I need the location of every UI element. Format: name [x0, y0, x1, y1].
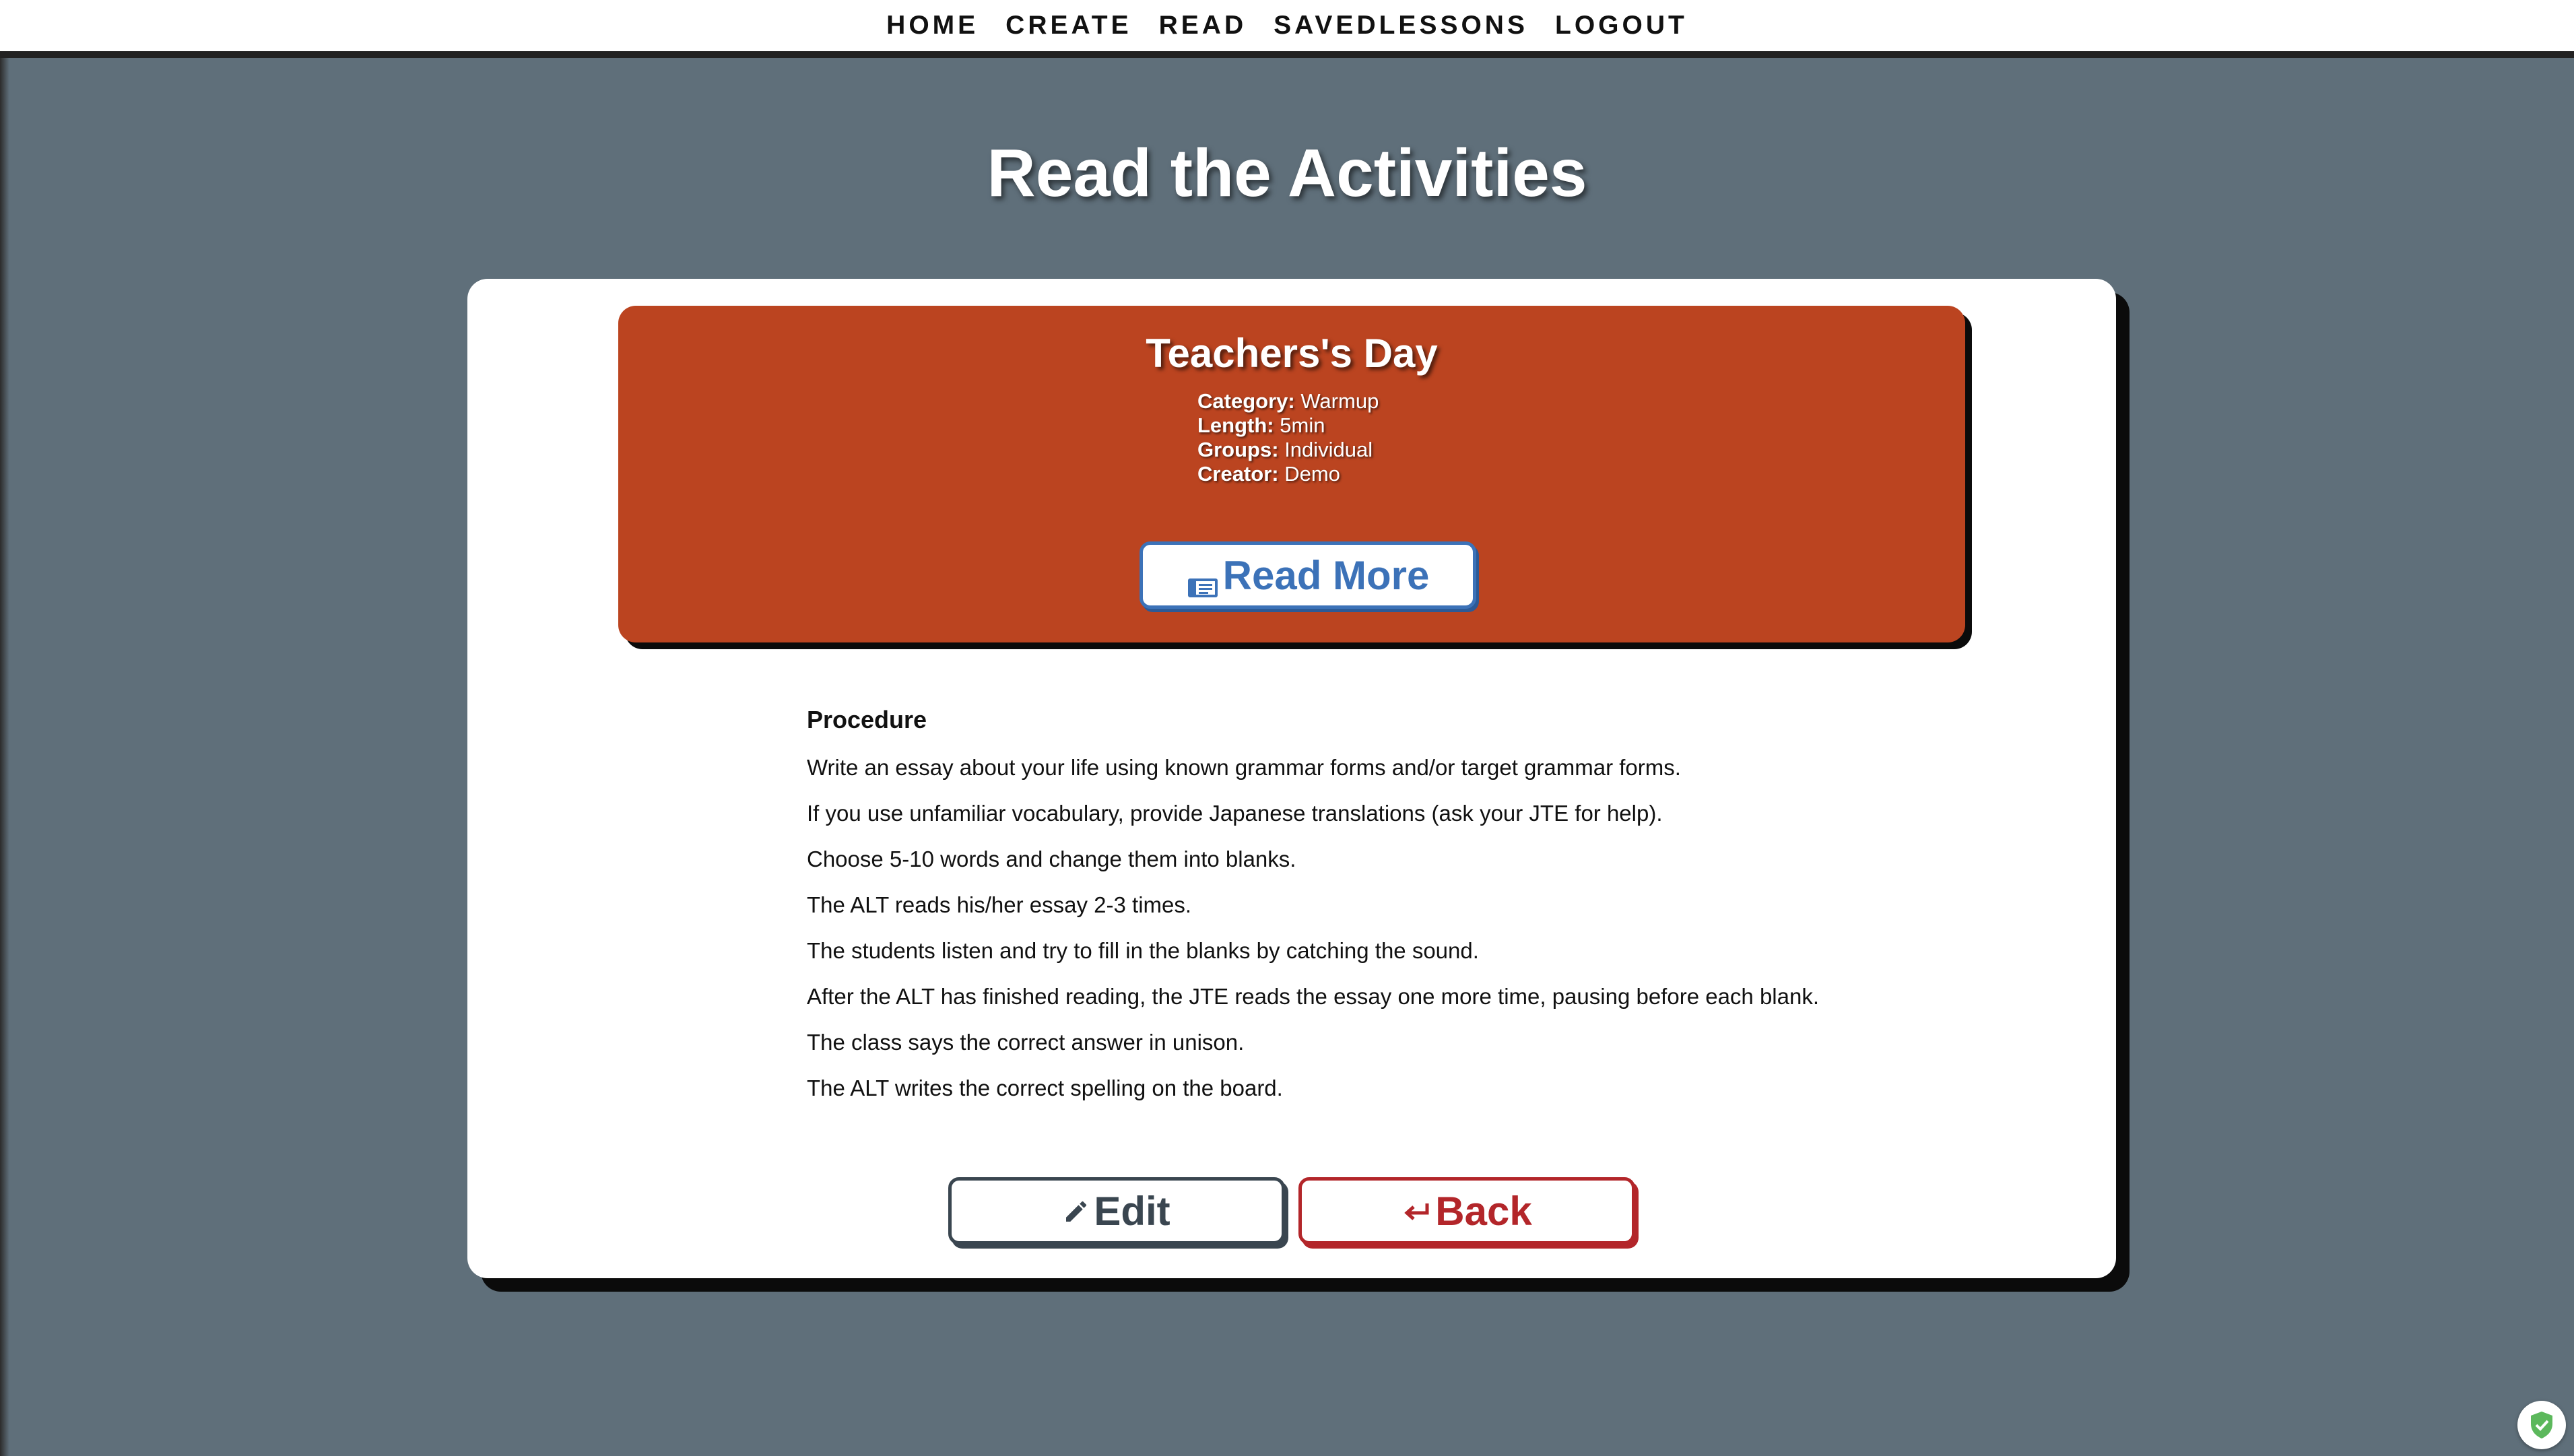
- pencil-icon: [1063, 1188, 1090, 1234]
- meta-length-value: 5min: [1280, 413, 1325, 437]
- nav-read-link[interactable]: READ: [1159, 11, 1247, 40]
- back-label: Back: [1435, 1188, 1532, 1234]
- meta-groups-label: Groups:: [1197, 438, 1279, 461]
- meta-category-value: Warmup: [1300, 389, 1379, 413]
- activity-detail-panel: Teachers's Day Category: Warmup Length: …: [467, 279, 2116, 1278]
- meta-creator-label: Creator:: [1197, 462, 1279, 486]
- read-more-label: Read More: [1222, 552, 1430, 598]
- activity-title: Teachers's Day: [1146, 331, 1438, 376]
- shield-check-icon[interactable]: [2517, 1401, 2566, 1449]
- procedure-step: The ALT reads his/her essay 2-3 times.: [807, 892, 1192, 917]
- left-edge-shadow: [0, 0, 9, 1456]
- procedure-step: The students listen and try to fill in t…: [807, 938, 1479, 963]
- meta-creator-value: Demo: [1284, 462, 1340, 486]
- read-more-button[interactable]: Read More: [1140, 541, 1476, 609]
- nav-savedlessons-link[interactable]: SAVEDLESSONS: [1274, 11, 1528, 40]
- edit-label: Edit: [1094, 1188, 1170, 1234]
- meta-groups: Groups: Individual: [1197, 438, 1379, 462]
- procedure-step: If you use unfamiliar vocabulary, provid…: [807, 801, 1663, 826]
- meta-groups-value: Individual: [1284, 438, 1373, 461]
- back-button[interactable]: Back: [1298, 1177, 1635, 1245]
- meta-category: Category: Warmup: [1197, 389, 1379, 413]
- nav-logout-link[interactable]: LOGOUT: [1555, 11, 1688, 40]
- meta-creator: Creator: Demo: [1197, 462, 1379, 486]
- action-buttons: Edit Back: [948, 1177, 1635, 1245]
- meta-category-label: Category:: [1197, 389, 1295, 413]
- meta-length: Length: 5min: [1197, 413, 1379, 438]
- activity-meta: Category: Warmup Length: 5min Groups: In…: [1197, 389, 1379, 486]
- procedure-step: Write an essay about your life using kno…: [807, 755, 1681, 780]
- page-title: Read the Activities: [987, 135, 1587, 211]
- meta-length-label: Length:: [1197, 413, 1274, 437]
- procedure-step: The ALT writes the correct spelling on t…: [807, 1076, 1283, 1100]
- procedure-step: Choose 5-10 words and change them into b…: [807, 847, 1296, 871]
- nav-create-link[interactable]: CREATE: [1005, 11, 1131, 40]
- top-navigation: HOME CREATE READ SAVEDLESSONS LOGOUT: [0, 0, 2574, 58]
- return-arrow-icon: [1401, 1188, 1431, 1234]
- procedure-step: The class says the correct answer in uni…: [807, 1030, 1245, 1055]
- book-icon: [1187, 563, 1219, 597]
- procedure-section: Procedure Write an essay about your life…: [807, 706, 2019, 1121]
- activity-card: Teachers's Day Category: Warmup Length: …: [618, 306, 1965, 642]
- procedure-step: After the ALT has finished reading, the …: [807, 984, 1819, 1009]
- procedure-heading: Procedure: [807, 706, 927, 733]
- nav-home-link[interactable]: HOME: [886, 11, 979, 40]
- edit-button[interactable]: Edit: [948, 1177, 1285, 1245]
